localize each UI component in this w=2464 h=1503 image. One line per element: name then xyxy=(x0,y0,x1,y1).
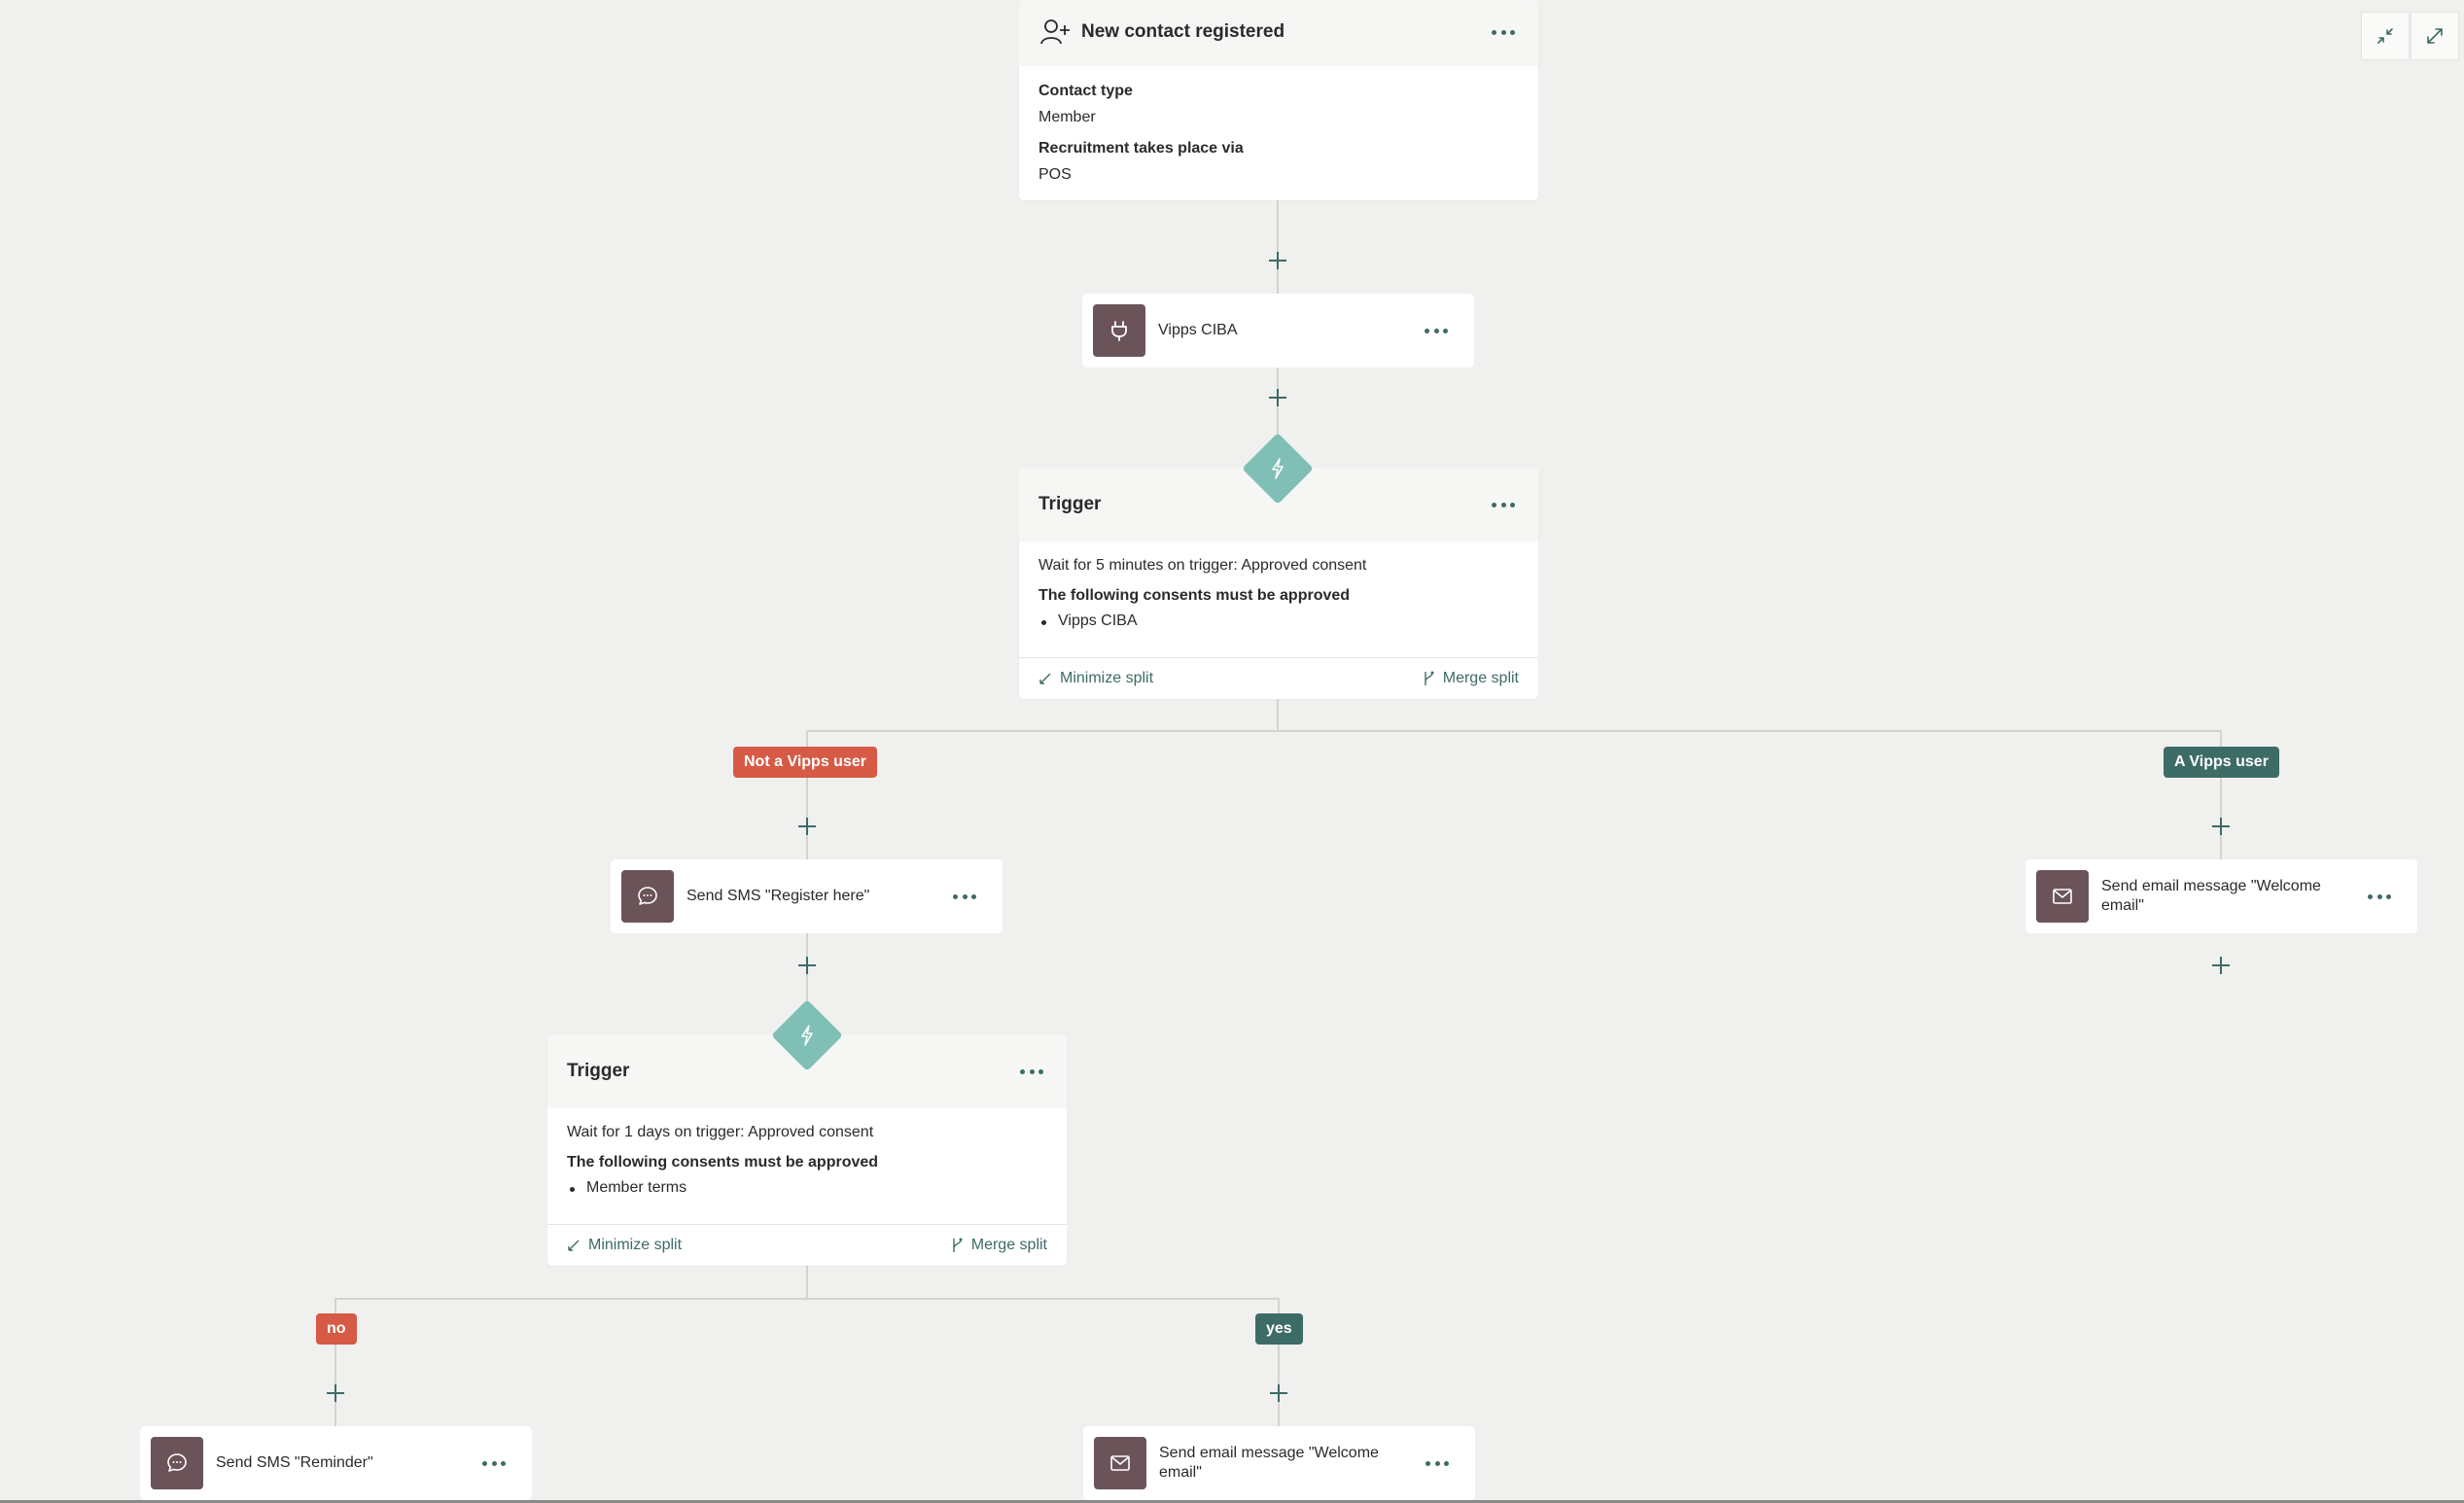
trigger-2-minimize-label: Minimize split xyxy=(588,1237,683,1253)
expand-icon xyxy=(2427,28,2443,44)
trigger-1-menu-button[interactable] xyxy=(1489,495,1518,514)
start-node-title: New contact registered xyxy=(1081,21,1285,42)
branch-not-vipps-tag: Not a Vipps user xyxy=(733,747,877,778)
trigger-1-consents-heading: The following consents must be approved xyxy=(1038,587,1351,604)
merge-icon xyxy=(953,1238,963,1252)
vipps-ciba-label: Vipps CIBA xyxy=(1158,322,1238,338)
collapse-icon xyxy=(2377,28,2393,44)
trigger-2-wait-text: Wait for 1 days on trigger: Approved con… xyxy=(567,1124,874,1140)
vipps-ciba-node[interactable]: Vipps CIBA xyxy=(1082,294,1474,367)
trigger-2-title: Trigger xyxy=(567,1061,630,1081)
sms-register-menu-button[interactable] xyxy=(950,887,979,906)
add-user-icon xyxy=(1040,19,1070,45)
connector-line xyxy=(806,730,2222,732)
mail-icon xyxy=(2036,870,2089,923)
branch-no-tag: no xyxy=(316,1313,357,1345)
add-step-button[interactable] xyxy=(1266,386,1289,409)
minimize-icon xyxy=(568,1240,580,1251)
branch-vipps-label: A Vipps user xyxy=(2174,753,2269,770)
connector-line xyxy=(334,1298,1280,1300)
trigger-2-menu-button[interactable] xyxy=(1017,1062,1046,1081)
plug-icon xyxy=(1093,304,1145,357)
vipps-ciba-menu-button[interactable] xyxy=(1422,321,1451,340)
add-step-button[interactable] xyxy=(2209,954,2233,977)
connector-line xyxy=(1277,200,1279,294)
trigger-2-merge-label: Merge split xyxy=(970,1237,1047,1253)
start-node-card[interactable]: New contact registered Contact type Memb… xyxy=(1019,0,1538,200)
add-step-button[interactable] xyxy=(324,1381,347,1405)
email-welcome-2-menu-button[interactable] xyxy=(1423,1453,1452,1473)
branch-not-vipps-label: Not a Vipps user xyxy=(744,753,866,770)
trigger-1-footer: Minimize split Merge split xyxy=(1019,657,1538,699)
add-step-button[interactable] xyxy=(2209,815,2233,838)
collapse-all-button[interactable] xyxy=(2361,12,2410,60)
email-welcome-1-label: Send email message "Welcome email" xyxy=(2101,878,2321,914)
trigger-2-consents-heading: The following consents must be approved xyxy=(567,1154,879,1171)
add-step-button[interactable] xyxy=(1267,1381,1290,1405)
trigger-1-merge-label: Merge split xyxy=(1442,670,1519,686)
email-welcome-2-label: Send email message "Welcome email" xyxy=(1159,1445,1379,1481)
branch-yes-label: yes xyxy=(1266,1320,1292,1337)
sms-register-label: Send SMS "Register here" xyxy=(686,888,870,904)
branch-yes-tag: yes xyxy=(1255,1313,1303,1345)
sms-reminder-label: Send SMS "Reminder" xyxy=(216,1454,373,1471)
trigger-2-footer: Minimize split Merge split xyxy=(547,1224,1067,1266)
minimize-icon xyxy=(1039,673,1051,684)
add-step-button[interactable] xyxy=(795,954,819,977)
add-step-button[interactable] xyxy=(1266,249,1289,272)
email-welcome-1-menu-button[interactable] xyxy=(2365,887,2394,906)
start-node-header: New contact registered xyxy=(1019,0,1538,66)
contact-type-label: Contact type xyxy=(1038,83,1133,99)
sms-reminder-node[interactable]: Send SMS "Reminder" xyxy=(140,1426,532,1500)
branch-vipps-tag: A Vipps user xyxy=(2164,747,2279,778)
trigger-2-minimize-split-button[interactable]: Minimize split xyxy=(567,1237,682,1254)
connector-line xyxy=(806,1266,808,1299)
add-step-button[interactable] xyxy=(795,815,819,838)
merge-icon xyxy=(1425,671,1434,685)
trigger-1-minimize-label: Minimize split xyxy=(1060,670,1154,686)
lightning-icon xyxy=(801,1025,813,1046)
trigger-2-merge-split-button[interactable]: Merge split xyxy=(950,1237,1047,1254)
branch-no-label: no xyxy=(327,1320,346,1337)
trigger-1-minimize-split-button[interactable]: Minimize split xyxy=(1038,670,1153,687)
start-node-menu-button[interactable] xyxy=(1489,22,1518,42)
trigger-1-title: Trigger xyxy=(1038,494,1102,514)
contact-type-value: Member xyxy=(1038,109,1096,125)
chat-icon xyxy=(621,870,674,923)
chat-icon xyxy=(151,1437,203,1489)
mail-icon xyxy=(1094,1437,1146,1489)
expand-all-button[interactable] xyxy=(2411,12,2459,60)
trigger-2-consent-item: Member terms xyxy=(569,1179,687,1196)
lightning-icon xyxy=(1272,458,1284,479)
connector-line xyxy=(1277,698,1279,731)
email-welcome-node-1[interactable]: Send email message "Welcome email" xyxy=(2025,859,2417,933)
trigger-1-wait-text: Wait for 5 minutes on trigger: Approved … xyxy=(1038,557,1367,574)
email-welcome-node-2[interactable]: Send email message "Welcome email" xyxy=(1083,1426,1475,1500)
trigger-1-merge-split-button[interactable]: Merge split xyxy=(1422,670,1519,687)
sms-reminder-menu-button[interactable] xyxy=(479,1453,509,1473)
recruitment-value: POS xyxy=(1038,166,1072,183)
sms-register-node[interactable]: Send SMS "Register here" xyxy=(611,859,1003,933)
trigger-1-consent-item: Vipps CIBA xyxy=(1041,612,1138,629)
recruitment-label: Recruitment takes place via xyxy=(1038,140,1244,157)
